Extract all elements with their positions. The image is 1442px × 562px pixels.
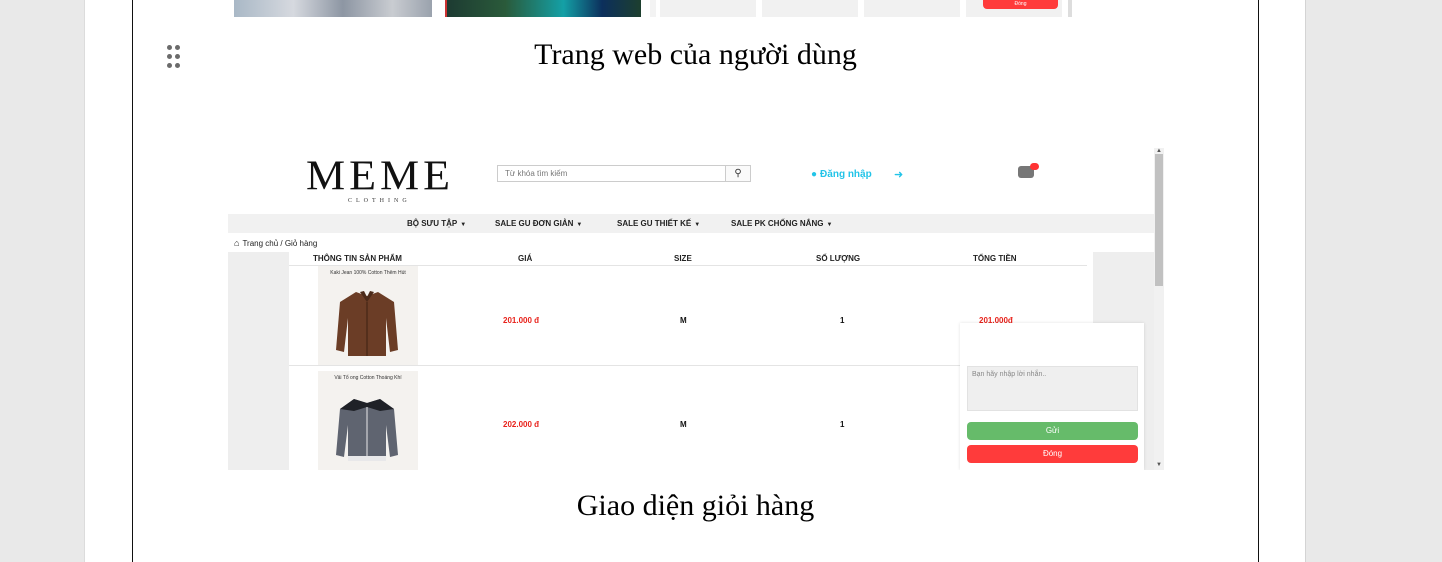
col-header-total: TỔNG TIỀN bbox=[973, 254, 1017, 263]
chat-popup: Bạn hãy nhập lời nhắn.. Gửi Đóng bbox=[960, 323, 1144, 470]
nav-item-collection[interactable]: BỘ SƯU TẬP ▼ bbox=[407, 219, 466, 228]
previous-image-scrollbar bbox=[1068, 0, 1072, 17]
col-header-quantity: SỐ LƯỢNG bbox=[816, 254, 861, 263]
logo-subtitle: CLOTHING bbox=[348, 198, 411, 204]
breadcrumb[interactable]: ⌂ Trang chủ / Giỏ hàng bbox=[234, 238, 317, 248]
col-header-product: THÔNG TIN SẢN PHẨM bbox=[313, 254, 402, 263]
cart-badge bbox=[1030, 163, 1039, 170]
search-input[interactable]: Từ khóa tìm kiếm bbox=[497, 165, 726, 182]
row-price: 202.000 đ bbox=[503, 420, 540, 429]
caret-down-icon: ▼ bbox=[576, 222, 583, 228]
home-icon: ⌂ bbox=[234, 238, 240, 248]
col-header-size: SIZE bbox=[674, 254, 692, 263]
product-name: Vải Tổ ong Cotton Thoáng Khí bbox=[334, 375, 402, 381]
previous-image-divider bbox=[650, 0, 656, 17]
caption-cart-ui: Giao diện giỏi hàng bbox=[576, 489, 815, 522]
previous-image-photo-2 bbox=[445, 0, 641, 17]
product-name: Kaki Jean 100% Cotton Thêm Hút bbox=[330, 270, 406, 276]
user-icon: ● bbox=[811, 169, 818, 180]
chat-message-input[interactable]: Bạn hãy nhập lời nhắn.. bbox=[967, 366, 1138, 411]
login-label: Đăng nhập bbox=[820, 169, 872, 180]
close-button[interactable]: Đóng bbox=[967, 445, 1138, 463]
row-quantity[interactable]: 1 bbox=[840, 420, 844, 429]
product-card[interactable]: Vải Tổ ong Cotton Thoáng Khí bbox=[318, 371, 418, 470]
col-header-price: GIÁ bbox=[518, 254, 533, 263]
previous-image-box bbox=[762, 0, 858, 17]
logo: MEME bbox=[306, 152, 454, 199]
scroll-down-icon[interactable]: ▼ bbox=[1156, 462, 1162, 468]
cart-screenshot: MEME CLOTHING Từ khóa tìm kiếm ⚲ ● Đăng n… bbox=[228, 148, 1164, 470]
nav-item-design-sale[interactable]: SALE GU THIẾT KẾ ▼ bbox=[617, 219, 700, 228]
nav-item-simple-sale[interactable]: SALE GU ĐƠN GIẢN ▼ bbox=[495, 219, 582, 228]
previous-close-button: Đóng bbox=[983, 0, 1058, 9]
nav-item-accessory-sale[interactable]: SALE PK CHỐNG NẮNG ▼ bbox=[731, 219, 832, 228]
previous-image-photo-1 bbox=[234, 0, 432, 17]
frame-border-right bbox=[1258, 0, 1259, 562]
scrollbar-thumb[interactable] bbox=[1155, 154, 1163, 286]
caret-down-icon: ▼ bbox=[694, 222, 701, 228]
product-card[interactable]: Kaki Jean 100% Cotton Thêm Hút bbox=[318, 266, 418, 365]
row-size: M bbox=[680, 316, 687, 325]
frame-border-left bbox=[132, 0, 133, 562]
jacket-image bbox=[336, 399, 398, 461]
nav-bar: BỘ SƯU TẬP ▼ SALE GU ĐƠN GIẢN ▼ SALE GU TH… bbox=[228, 214, 1154, 233]
scrollbar[interactable]: ▲ ▼ bbox=[1154, 148, 1164, 470]
previous-image-box: Đóng bbox=[966, 0, 1062, 17]
caret-down-icon: ▼ bbox=[460, 222, 467, 228]
send-button[interactable]: Gửi bbox=[967, 422, 1138, 440]
row-quantity[interactable]: 1 bbox=[840, 316, 844, 325]
search-icon[interactable]: ⚲ bbox=[725, 165, 751, 182]
login-link[interactable]: ● Đăng nhập bbox=[811, 169, 872, 180]
row-price: 201.000 đ bbox=[503, 316, 540, 325]
jacket-image bbox=[336, 291, 398, 356]
previous-image-box bbox=[864, 0, 960, 17]
row-size: M bbox=[680, 420, 687, 429]
previous-image-box bbox=[660, 0, 756, 17]
caption-user-site: Trang web của người dùng bbox=[534, 38, 857, 71]
sign-out-icon[interactable]: ➜ bbox=[894, 168, 903, 181]
caret-down-icon: ▼ bbox=[826, 222, 833, 228]
